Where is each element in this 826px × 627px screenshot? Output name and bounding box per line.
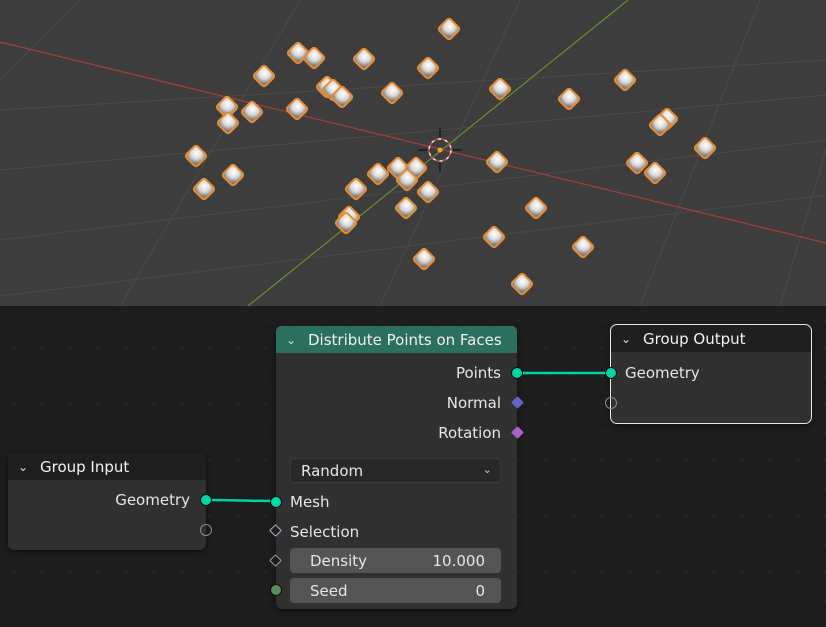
node-title: Group Input — [40, 457, 130, 476]
distribute-method-dropdown[interactable]: Random ⌄ — [290, 458, 501, 483]
selected-point-icon[interactable] — [285, 97, 309, 121]
geometry-input-socket[interactable] — [605, 367, 617, 379]
selected-point-icon[interactable] — [394, 196, 418, 220]
selected-point-icon[interactable] — [192, 177, 216, 201]
input-selection-label: Selection — [290, 523, 360, 541]
node-title: Distribute Points on Faces — [308, 330, 502, 349]
output-rotation-label: Rotation — [438, 424, 501, 442]
group-input-node[interactable]: ⌄ Group Input Geometry — [8, 453, 212, 550]
output-geometry-label: Geometry — [115, 491, 190, 509]
group-input-header[interactable]: ⌄ Group Input — [8, 453, 206, 480]
selected-point-icon[interactable] — [557, 87, 581, 111]
density-value: 10.000 — [432, 551, 486, 570]
distribute-points-header[interactable]: ⌄ Distribute Points on Faces — [276, 326, 517, 353]
selected-point-icon[interactable] — [380, 81, 404, 105]
mesh-input-socket[interactable] — [270, 496, 282, 508]
chevron-down-icon[interactable]: ⌄ — [18, 460, 34, 474]
seed-label: Seed — [310, 581, 348, 600]
dropdown-value: Random — [301, 461, 364, 480]
group-output-header[interactable]: ⌄ Group Output — [611, 325, 811, 352]
scattered-points — [184, 17, 717, 296]
seed-value: 0 — [475, 581, 485, 600]
selected-point-icon[interactable] — [524, 196, 548, 220]
input-geometry-label: Geometry — [625, 364, 700, 382]
seed-field[interactable]: Seed 0 — [290, 578, 501, 603]
chevron-down-icon[interactable]: ⌄ — [621, 332, 637, 346]
selected-point-icon[interactable] — [412, 247, 436, 271]
extend-input-socket[interactable] — [605, 397, 617, 409]
density-field[interactable]: Density 10.000 — [290, 548, 501, 573]
selected-point-icon[interactable] — [216, 111, 240, 135]
selected-point-icon[interactable] — [437, 17, 461, 41]
input-mesh-label: Mesh — [290, 493, 330, 511]
selected-point-icon[interactable] — [240, 100, 264, 124]
output-points-label: Points — [455, 364, 501, 382]
selected-point-icon[interactable] — [416, 56, 440, 80]
geometry-output-socket[interactable] — [200, 494, 212, 506]
points-output-socket[interactable] — [511, 367, 523, 379]
density-label: Density — [310, 551, 368, 570]
chevron-down-icon[interactable]: ⌄ — [286, 333, 302, 347]
viewport-canvas[interactable] — [0, 0, 826, 306]
node-title: Group Output — [643, 329, 746, 348]
y-axis-line — [247, 0, 629, 306]
chevron-down-icon: ⌄ — [482, 463, 492, 476]
selected-point-icon[interactable] — [352, 47, 376, 71]
3d-viewport[interactable] — [0, 0, 826, 306]
output-normal-label: Normal — [446, 394, 501, 412]
selected-point-icon[interactable] — [485, 150, 509, 174]
seed-input-socket[interactable] — [270, 584, 282, 596]
selected-point-icon[interactable] — [366, 162, 390, 186]
distribute-points-node[interactable]: ⌄ Distribute Points on Faces Points Norm… — [269, 326, 524, 609]
selected-point-icon[interactable] — [482, 225, 506, 249]
selected-point-icon[interactable] — [571, 235, 595, 259]
selected-point-icon[interactable] — [344, 177, 368, 201]
selected-point-icon[interactable] — [510, 272, 534, 296]
selected-point-icon[interactable] — [221, 163, 245, 187]
group-output-node[interactable]: ⌄ Group Output Geometry — [605, 324, 812, 424]
selected-point-icon[interactable] — [252, 64, 276, 88]
link-geometry-to-mesh — [205, 498, 277, 503]
node-editor[interactable]: ⌄ Group Input Geometry ⌄ Distribute Poin… — [0, 306, 826, 627]
extend-output-socket[interactable] — [200, 524, 212, 536]
